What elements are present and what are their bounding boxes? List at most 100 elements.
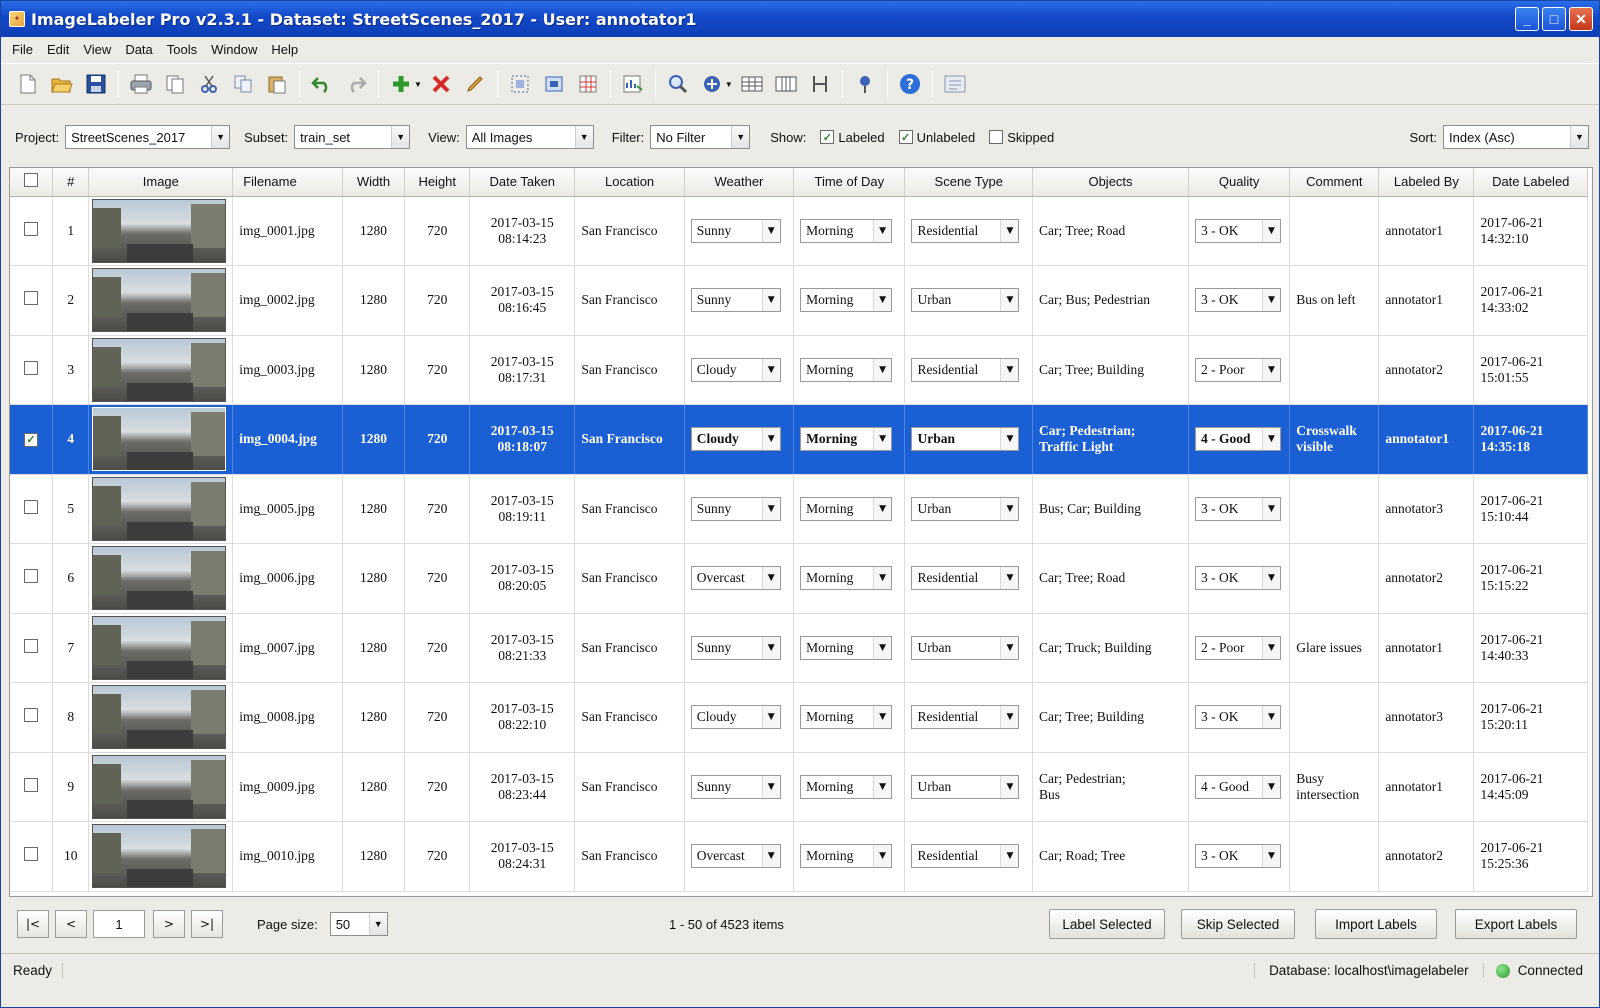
time-of-day-select[interactable]: Morning ▼ (800, 635, 893, 660)
scene-type-select[interactable]: Urban ▼ (911, 427, 1020, 452)
label-selected-button[interactable]: Label Selected (1049, 909, 1165, 939)
labeled-checkbox[interactable]: ✓ (820, 130, 835, 144)
weather-select[interactable]: Sunny ▼ (690, 774, 781, 799)
menu-edit[interactable]: Edit (40, 42, 76, 57)
table-icon[interactable] (739, 71, 765, 97)
scene-type-select[interactable]: Urban ▼ (911, 496, 1020, 521)
quality-select[interactable]: 2 - Poor ▼ (1194, 635, 1281, 660)
chevron-down-icon[interactable]: ▼ (1000, 636, 1019, 659)
row-select-cell[interactable] (10, 335, 54, 405)
menu-file[interactable]: File (5, 42, 40, 57)
image-thumbnail[interactable] (92, 476, 227, 541)
add-icon[interactable] (388, 71, 414, 97)
delete-icon[interactable] (428, 71, 454, 97)
chevron-down-icon[interactable]: ▼ (873, 428, 892, 451)
chevron-down-icon[interactable]: ▼ (1570, 126, 1588, 148)
comment-cell[interactable]: Crosswalk visible (1289, 404, 1380, 475)
chevron-down-icon[interactable]: ▼ (731, 126, 750, 148)
columns-icon[interactable] (773, 71, 799, 97)
time-of-day-select[interactable]: Morning ▼ (800, 566, 893, 591)
row-checkbox[interactable] (24, 569, 38, 584)
chevron-down-icon[interactable]: ▼ (873, 567, 892, 590)
quality-select[interactable]: 2 - Poor ▼ (1194, 357, 1281, 382)
scene-type-select[interactable]: Residential ▼ (911, 844, 1020, 869)
time-of-day-select[interactable]: Morning ▼ (800, 357, 893, 382)
scene-type-select[interactable]: Urban ▼ (911, 635, 1020, 660)
chevron-down-icon[interactable]: ▼ (873, 706, 892, 729)
select-all-header[interactable] (10, 168, 54, 197)
chevron-down-icon[interactable]: ▼ (1000, 289, 1019, 312)
comment-cell[interactable]: Busy intersection (1289, 752, 1380, 822)
weather-select[interactable]: Sunny ▼ (690, 635, 781, 660)
quality-select[interactable]: 3 - OK ▼ (1194, 288, 1281, 313)
close-button[interactable]: ✕ (1569, 7, 1593, 31)
menu-data[interactable]: Data (118, 42, 159, 57)
image-thumbnail[interactable] (92, 407, 227, 472)
table-row[interactable]: 8 img_0008.jpg 1280 720 2017-03-15 08:22:10 Sa… (10, 682, 1588, 753)
skipped-checkbox[interactable] (989, 130, 1004, 144)
chevron-down-icon[interactable]: ▼ (873, 636, 892, 659)
title-bar[interactable]: ✦ ImageLabeler Pro v2.3.1 - Dataset: Str… (1, 1, 1599, 37)
fit-dropdown-icon[interactable]: ▼ (725, 80, 733, 89)
row-select-cell[interactable] (10, 196, 54, 266)
pin-icon[interactable] (852, 71, 878, 97)
chevron-down-icon[interactable]: ▼ (761, 358, 780, 381)
chevron-down-icon[interactable]: ▼ (761, 497, 780, 520)
edit-icon[interactable] (462, 71, 488, 97)
chevron-down-icon[interactable]: ▼ (1261, 358, 1280, 381)
image-thumbnail[interactable] (92, 337, 227, 402)
row-checkbox[interactable] (24, 291, 38, 306)
row-checkbox[interactable] (24, 777, 38, 792)
print-icon[interactable] (128, 71, 154, 97)
quality-select[interactable]: 3 - OK ▼ (1194, 844, 1281, 869)
chevron-down-icon[interactable]: ▼ (873, 845, 892, 868)
column-header[interactable]: Width (342, 168, 406, 197)
column-header[interactable]: Comment (1289, 168, 1380, 197)
quality-select[interactable]: 3 - OK ▼ (1194, 496, 1281, 521)
chevron-down-icon[interactable]: ▼ (873, 775, 892, 798)
chevron-down-icon[interactable]: ▼ (1000, 358, 1019, 381)
help-icon[interactable]: ? (897, 71, 923, 97)
column-header[interactable]: Objects (1032, 168, 1189, 197)
paste-icon[interactable] (264, 71, 290, 97)
table-row[interactable]: 1 img_0001.jpg 1280 720 2017-03-15 08:14:23 Sa… (10, 196, 1588, 266)
minimize-button[interactable]: _ (1515, 7, 1539, 31)
thumbnail-cell[interactable] (88, 335, 234, 405)
chevron-down-icon[interactable]: ▼ (1261, 497, 1280, 520)
table-row[interactable]: 5 img_0005.jpg 1280 720 2017-03-15 08:19:11 Sa… (10, 474, 1588, 544)
thumbnail-cell[interactable] (88, 752, 234, 822)
weather-select[interactable]: Cloudy ▼ (690, 357, 781, 382)
chevron-down-icon[interactable]: ▼ (1261, 219, 1280, 242)
table-row[interactable]: 2 img_0002.jpg 1280 720 2017-03-15 08:16:45 Sa… (10, 265, 1588, 336)
thumbnail-cell[interactable] (88, 821, 234, 892)
chevron-down-icon[interactable]: ▼ (1000, 567, 1019, 590)
weather-select[interactable]: Overcast ▼ (690, 566, 781, 591)
quality-select[interactable]: 3 - OK ▼ (1194, 705, 1281, 730)
row-select-cell[interactable] (10, 752, 54, 822)
comment-cell[interactable] (1289, 821, 1380, 892)
chevron-down-icon[interactable]: ▼ (211, 126, 230, 148)
chevron-down-icon[interactable]: ▼ (1261, 845, 1280, 868)
row-select-cell[interactable] (10, 265, 54, 336)
column-header[interactable]: Quality (1188, 168, 1291, 197)
page-input[interactable]: 1 (93, 910, 145, 938)
chevron-down-icon[interactable]: ▼ (1000, 497, 1019, 520)
time-of-day-select[interactable]: Morning ▼ (800, 218, 893, 243)
column-header[interactable]: Weather (684, 168, 795, 197)
menu-tools[interactable]: Tools (160, 42, 204, 57)
comment-cell[interactable] (1289, 196, 1380, 266)
filter-select[interactable]: No Filter ▼ (650, 125, 751, 149)
row-checkbox[interactable]: ✓ (24, 432, 38, 447)
cut-icon[interactable] (196, 71, 222, 97)
open-icon[interactable] (49, 71, 75, 97)
align-icon[interactable] (807, 71, 833, 97)
table-row[interactable]: 3 img_0003.jpg 1280 720 2017-03-15 08:17:31 Sa… (10, 335, 1588, 405)
project-select[interactable]: StreetScenes_2017 ▼ (65, 125, 231, 149)
chevron-down-icon[interactable]: ▼ (761, 567, 780, 590)
column-header[interactable]: Scene Type (904, 168, 1034, 197)
row-checkbox[interactable] (24, 499, 38, 514)
scene-type-select[interactable]: Residential ▼ (911, 218, 1020, 243)
menu-help[interactable]: Help (264, 42, 305, 57)
chevron-down-icon[interactable]: ▼ (761, 775, 780, 798)
first-page-button[interactable]: |< (17, 910, 49, 938)
